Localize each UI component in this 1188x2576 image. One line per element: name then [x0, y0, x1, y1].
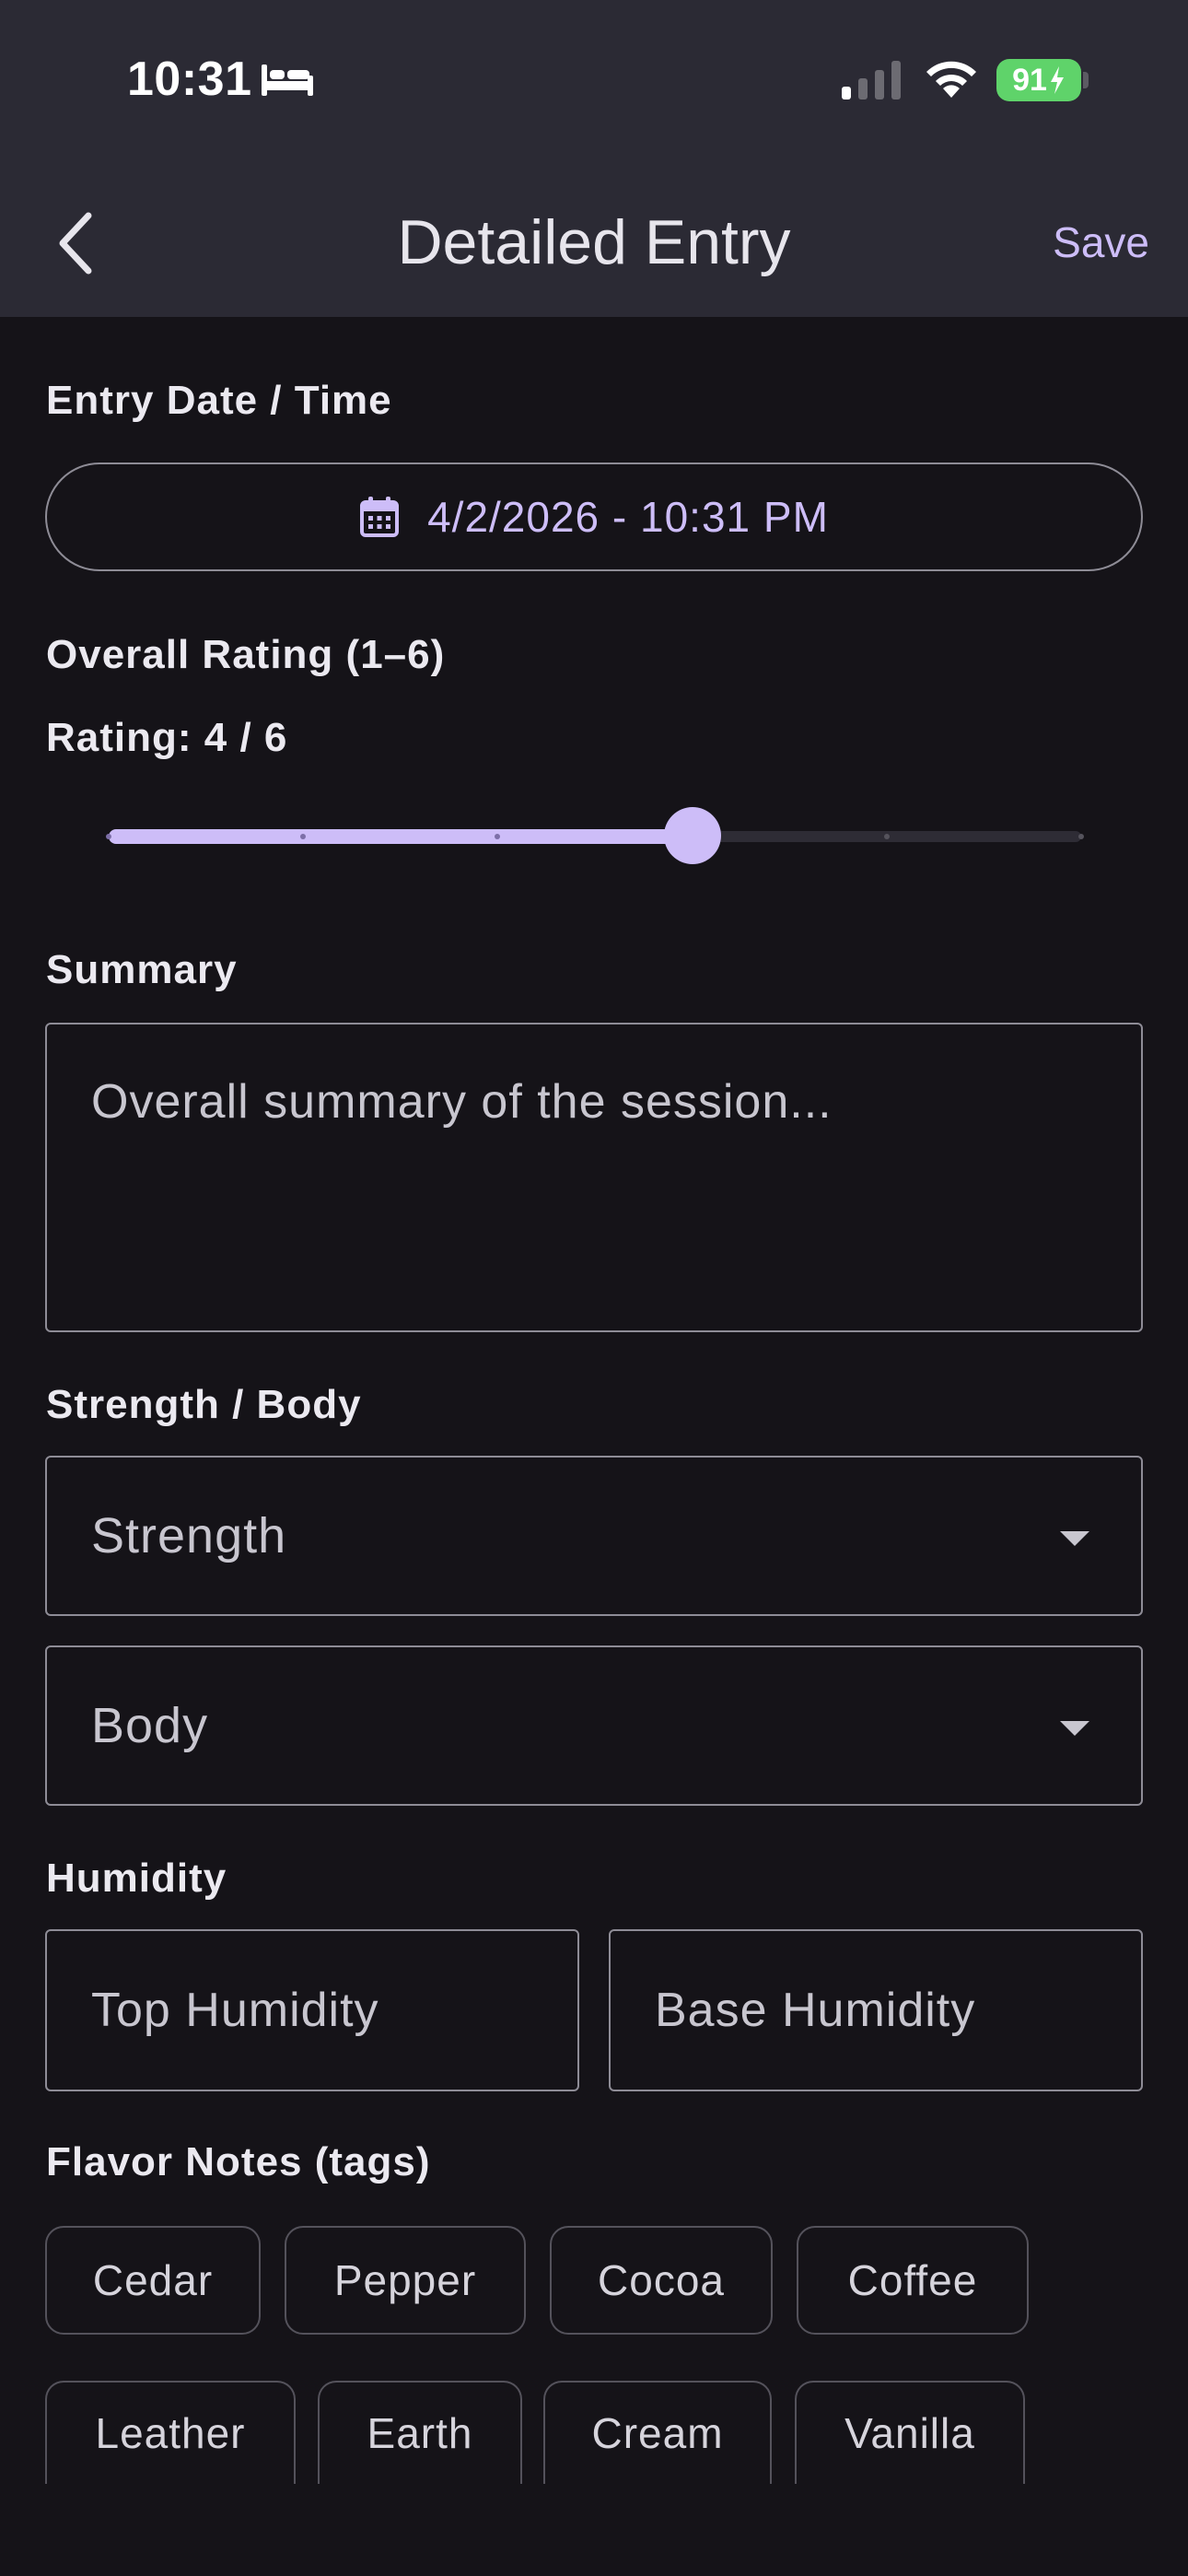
dropdown-arrow-icon: [1060, 1721, 1089, 1736]
chip-label: Pepper: [333, 2256, 477, 2304]
slider-tick: [1078, 834, 1084, 839]
battery-cap: [1083, 72, 1089, 88]
entry-date-button[interactable]: 4/2/2026 - 10:31 PM: [45, 463, 1143, 571]
charging-bolt-icon: [1050, 66, 1064, 94]
slider-thumb[interactable]: [663, 807, 721, 864]
chip-label: Cocoa: [598, 2256, 725, 2304]
body-placeholder: Body: [91, 1698, 209, 1753]
flavor-tag-chip[interactable]: Cocoa: [550, 2226, 773, 2335]
flavor-tag-chip[interactable]: Coffee: [797, 2226, 1029, 2335]
flavor-tag-chip[interactable]: Earth: [318, 2381, 522, 2484]
summary-placeholder: Overall summary of the session...: [91, 1075, 833, 1129]
page-title: Detailed Entry: [397, 207, 791, 277]
strength-body-label: Strength / Body: [46, 1382, 362, 1427]
body-dropdown[interactable]: Body: [45, 1645, 1143, 1806]
chip-label: Coffee: [847, 2256, 978, 2304]
strength-dropdown[interactable]: Strength: [45, 1456, 1143, 1616]
calendar-icon: [360, 497, 400, 537]
app-header: 10:31 91 Detailed Entry Save: [0, 0, 1188, 317]
flavor-notes-label: Flavor Notes (tags): [46, 2139, 431, 2184]
bed-icon: [262, 64, 313, 96]
rating-slider[interactable]: [106, 803, 1084, 868]
battery-level: 91: [1012, 62, 1047, 98]
status-time: 10:31: [127, 53, 252, 106]
overall-rating-label: Overall Rating (1–6): [46, 632, 446, 677]
strength-placeholder: Strength: [91, 1508, 287, 1563]
summary-label: Summary: [46, 947, 238, 992]
entry-date-value: 4/2/2026 - 10:31 PM: [427, 493, 829, 541]
slider-tick: [883, 834, 890, 839]
humidity-label: Humidity: [46, 1856, 227, 1901]
dropdown-arrow-icon: [1060, 1531, 1089, 1546]
save-button[interactable]: Save: [1053, 217, 1149, 267]
chip-label: Cedar: [92, 2256, 214, 2304]
slider-tick: [106, 834, 111, 839]
detailed-entry-screen: 10:31 91 Detailed Entry Save Entry Date …: [0, 0, 1188, 2576]
battery-indicator: 91: [996, 59, 1081, 101]
flavor-tag-chip[interactable]: Pepper: [285, 2226, 526, 2335]
slider-fill: [109, 829, 693, 844]
top-humidity-field[interactable]: Top Humidity: [45, 1929, 579, 2091]
flavor-tag-chip[interactable]: Vanilla: [795, 2381, 1025, 2484]
rating-value-text: Rating: 4 / 6: [46, 715, 288, 760]
summary-textarea[interactable]: Overall summary of the session...: [45, 1023, 1143, 1332]
base-humidity-field[interactable]: Base Humidity: [609, 1929, 1143, 2091]
entry-date-label: Entry Date / Time: [46, 378, 392, 423]
cellular-signal-icon: [842, 61, 901, 100]
flavor-tag-chip[interactable]: Cedar: [45, 2226, 261, 2335]
flavor-tag-chip[interactable]: Leather: [45, 2381, 296, 2484]
chip-label: Cream: [591, 2409, 724, 2457]
chip-label: Vanilla: [844, 2409, 975, 2457]
top-humidity-placeholder: Top Humidity: [91, 1984, 379, 2037]
base-humidity-placeholder: Base Humidity: [655, 1984, 976, 2037]
flavor-tag-chip[interactable]: Cream: [543, 2381, 772, 2484]
wifi-icon: [926, 61, 976, 98]
chip-label: Earth: [367, 2409, 473, 2457]
chip-label: Leather: [95, 2409, 246, 2457]
